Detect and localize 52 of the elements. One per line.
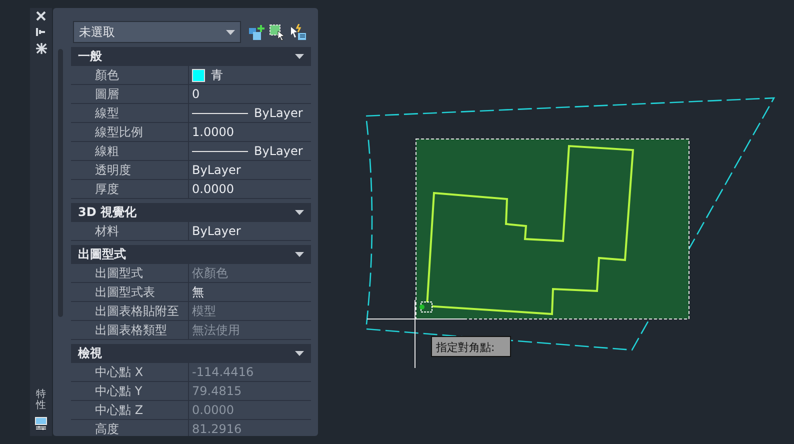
property-value[interactable]: ByLayer — [254, 106, 303, 120]
property-label: 透明度 — [89, 161, 189, 179]
section-header[interactable]: 一般 — [71, 47, 311, 66]
command-tooltip: 指定對角點: — [431, 336, 511, 357]
property-label: 中心點 Z — [89, 401, 189, 419]
select-objects-icon[interactable] — [269, 24, 286, 40]
section-header[interactable]: 出圖型式 — [71, 245, 311, 264]
section-title: 一般 — [78, 48, 102, 65]
property-label: 材料 — [89, 222, 189, 240]
property-label: 中心點 X — [89, 363, 189, 381]
collapse-icon[interactable] — [295, 54, 304, 59]
palette-title[interactable]: 特性 — [36, 389, 46, 411]
property-label: 厚度 — [89, 180, 189, 198]
grip-marker[interactable] — [420, 302, 432, 312]
section-title: 出圖型式 — [78, 246, 126, 263]
property-value[interactable]: 青 — [211, 66, 223, 84]
property-label: 高度 — [89, 420, 189, 436]
property-value[interactable]: ByLayer — [192, 163, 241, 177]
collapse-icon[interactable] — [295, 351, 304, 356]
property-label: 線型比例 — [89, 123, 189, 141]
add-object-icon[interactable] — [248, 24, 265, 40]
properties-icon[interactable] — [35, 417, 47, 430]
linetype-sample — [192, 112, 248, 114]
property-label: 圖層 — [89, 85, 189, 103]
property-value[interactable]: 1.0000 — [192, 125, 234, 139]
section-title: 檢視 — [78, 345, 102, 362]
property-value[interactable]: ByLayer — [254, 144, 303, 158]
caret-icon — [226, 30, 235, 34]
property-label: 出圖型式 — [89, 264, 189, 282]
property-label: 顏色 — [89, 66, 189, 84]
property-label: 線型 — [89, 104, 189, 122]
property-value[interactable]: 0.0000 — [192, 182, 234, 196]
pin-icon[interactable] — [36, 27, 46, 37]
quick-select-icon[interactable] — [290, 24, 307, 40]
property-label: 出圖型式表 — [89, 283, 189, 301]
section-header[interactable]: 檢視 — [71, 344, 311, 363]
section-header[interactable]: 3D 視覺化 — [71, 203, 311, 222]
property-label: 中心點 Y — [89, 382, 189, 400]
property-label: 線粗 — [89, 142, 189, 160]
property-value[interactable]: 無 — [192, 284, 204, 300]
section-title: 3D 視覺化 — [78, 204, 136, 221]
scrollbar[interactable] — [58, 49, 63, 317]
linetype-sample — [192, 150, 248, 152]
property-label: 出圖表格類型 — [89, 321, 189, 339]
selection-dropdown[interactable]: 未選取 — [73, 21, 241, 43]
property-label: 出圖表格貼附至 — [89, 302, 189, 320]
property-value[interactable]: 0 — [192, 87, 200, 101]
collapse-icon[interactable] — [295, 252, 304, 257]
collapse-icon[interactable] — [295, 210, 304, 215]
settings-icon[interactable] — [36, 43, 46, 54]
close-icon[interactable] — [36, 11, 46, 21]
property-value[interactable]: ByLayer — [192, 224, 241, 238]
